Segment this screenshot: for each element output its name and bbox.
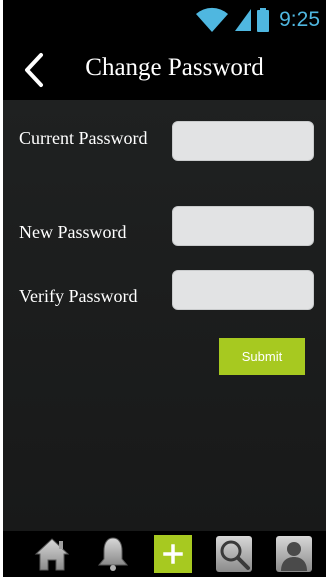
signal-icon [235,9,252,31]
battery-icon [257,8,270,32]
home-icon [34,538,70,571]
verify-password-label: Verify Password [19,286,138,306]
status-time: 9:25 [279,8,320,31]
search-icon [216,536,252,572]
nav-add[interactable] [154,535,192,573]
nav-profile[interactable] [275,535,313,573]
app-bar: Change Password [3,40,326,100]
verify-password-field[interactable] [172,270,314,310]
current-password-label: Current Password [19,128,148,148]
new-password-field[interactable] [172,206,314,246]
change-password-form: Current Password New Password Verify Pas… [3,100,326,531]
status-bar: 9:25 [3,0,326,40]
nav-notifications[interactable] [94,535,132,573]
new-password-label: New Password [19,222,127,242]
submit-button[interactable]: Submit [219,338,305,375]
phone-screen: 9:25 Change Password Current Password Ne… [3,0,326,577]
wifi-icon [195,7,229,33]
user-icon [276,536,312,572]
current-password-field[interactable] [172,121,314,161]
status-icons: 9:25 [195,6,320,34]
page-title: Change Password [85,54,264,81]
bottom-nav [3,531,326,577]
plus-icon [163,544,183,564]
nav-home[interactable] [33,535,71,573]
nav-search[interactable] [215,535,253,573]
bell-icon [97,537,129,571]
